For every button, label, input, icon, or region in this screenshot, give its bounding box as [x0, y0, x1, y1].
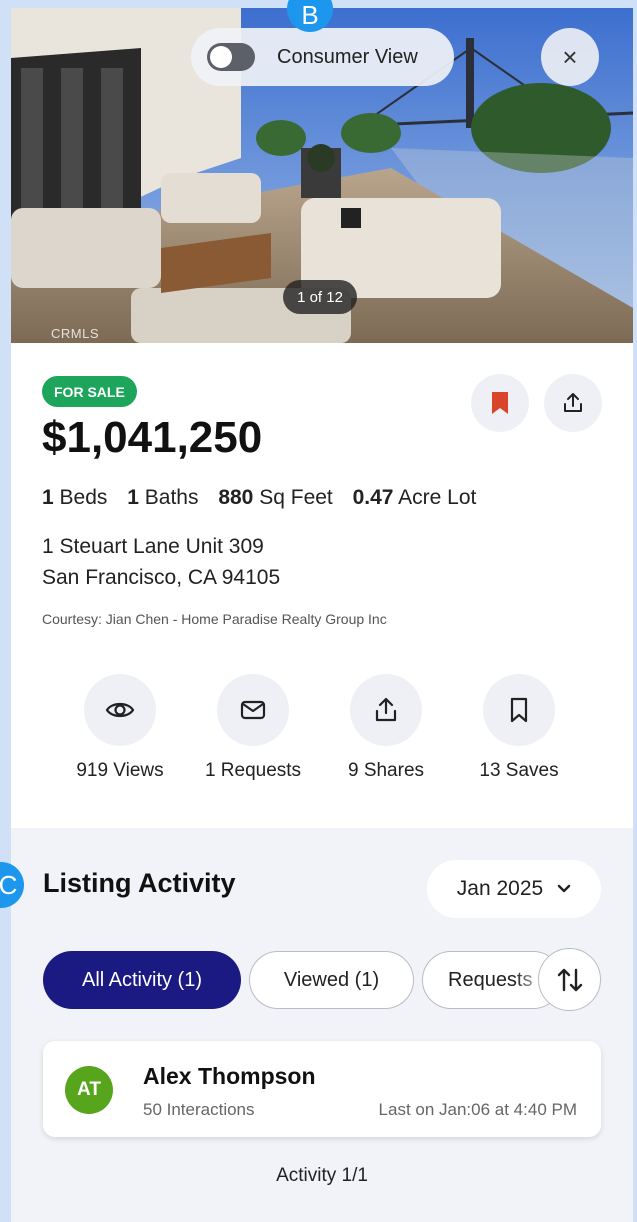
section-title: Listing Activity	[43, 868, 236, 898]
share-icon	[564, 393, 582, 412]
close-button[interactable]: ×	[541, 28, 599, 86]
saves-stat[interactable]: 13 Saves	[454, 674, 584, 782]
tab-all-activity[interactable]: All Activity (1)	[43, 951, 241, 1009]
bookmark-filled-icon	[492, 392, 508, 414]
views-button[interactable]	[84, 674, 156, 746]
saves-button[interactable]	[483, 674, 555, 746]
address-city: San Francisco, CA 94105	[42, 566, 281, 589]
avatar: AT	[65, 1066, 113, 1114]
listing-price: $1,041,250	[42, 413, 263, 462]
share-listing-button[interactable]	[544, 374, 602, 432]
requests-label: 1 Requests	[204, 760, 302, 781]
baths-label: Baths	[144, 486, 199, 509]
interaction-count: 50 Interactions	[143, 1100, 255, 1119]
views-label: 919 Views	[76, 760, 164, 781]
sort-button[interactable]	[538, 948, 601, 1011]
chevron-down-icon	[558, 884, 571, 893]
month-label: Jan 2025	[456, 877, 544, 900]
toggle-knob	[210, 46, 232, 68]
consumer-view-label: Consumer View	[277, 45, 418, 68]
share-icon	[375, 697, 397, 722]
sort-arrows-icon	[557, 968, 582, 991]
mls-watermark: CRMLS	[51, 326, 100, 341]
requests-button[interactable]	[217, 674, 289, 746]
bookmark-icon	[510, 697, 528, 723]
beds-label: Beds	[59, 486, 108, 509]
activity-card[interactable]: AT Alex Thompson 50 Interactions Last on…	[43, 1041, 601, 1137]
lot-value: 0.47	[352, 486, 394, 509]
consumer-view-toggle[interactable]: Consumer View	[191, 28, 454, 86]
shares-button[interactable]	[350, 674, 422, 746]
photo-gallery[interactable]: Consumer View × 1 of 12 CRMLS	[11, 8, 633, 343]
activity-pagination: Activity 1/1	[276, 1165, 368, 1186]
tab-viewed[interactable]: Viewed (1)	[249, 951, 414, 1009]
sqft-value: 880	[218, 486, 254, 509]
lot-label: Acre Lot	[398, 486, 477, 509]
shares-label: 9 Shares	[347, 760, 425, 781]
month-selector[interactable]: Jan 2025	[427, 860, 601, 918]
last-activity-time: Last on Jan:06 at 4:40 PM	[378, 1100, 577, 1119]
close-icon: ×	[562, 41, 578, 72]
property-facts: 1 Beds 1 Baths 880 Sq Feet 0.47 Acre Lot	[42, 486, 476, 510]
mail-icon	[240, 700, 266, 720]
status-badge: FOR SALE	[42, 376, 137, 407]
photo-counter: 1 of 12	[283, 280, 357, 314]
requests-stat[interactable]: 1 Requests	[188, 674, 318, 782]
toggle-switch[interactable]	[207, 43, 255, 71]
activity-filter-tabs: All Activity (1) Viewed (1) Requests	[43, 948, 603, 1011]
beds-value: 1	[42, 486, 54, 509]
sqft-label: Sq Feet	[259, 486, 333, 509]
contact-name: Alex Thompson	[143, 1063, 316, 1089]
address-street: 1 Steuart Lane Unit 309	[42, 535, 264, 558]
shares-stat[interactable]: 9 Shares	[321, 674, 451, 782]
views-stat[interactable]: 919 Views	[55, 674, 185, 782]
listing-detail-screen: Consumer View × 1 of 12 CRMLS FOR SALE $…	[11, 8, 633, 1222]
eye-icon	[105, 702, 135, 718]
listing-activity-section: Listing Activity Jan 2025 All Activity (…	[11, 828, 633, 1222]
saves-label: 13 Saves	[479, 760, 559, 781]
listing-courtesy: Courtesy: Jian Chen - Home Paradise Real…	[42, 611, 387, 627]
baths-value: 1	[127, 486, 139, 509]
save-listing-button[interactable]	[471, 374, 529, 432]
